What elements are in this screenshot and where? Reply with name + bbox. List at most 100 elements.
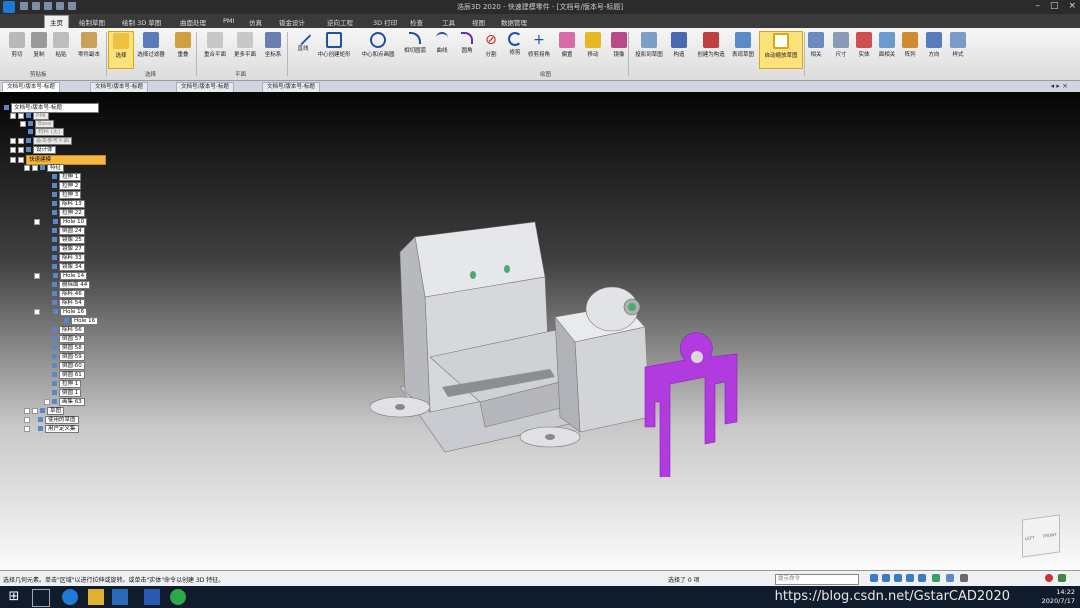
minimize-icon[interactable]: – <box>1035 1 1040 11</box>
zoom-icon[interactable] <box>870 574 878 582</box>
dimension-button[interactable]: 尺寸 <box>829 31 853 67</box>
tree-item[interactable]: 倒圆 58 <box>52 344 85 352</box>
tree-item[interactable]: 除料 33 <box>52 254 85 262</box>
tree-item[interactable]: 画集 63 <box>44 398 85 406</box>
tab-tools[interactable]: 工具 <box>437 16 460 28</box>
construct-button[interactable]: 构造 <box>666 31 692 67</box>
ribbon-separator <box>196 32 197 76</box>
tree-item[interactable]: 除料 56 <box>52 326 85 334</box>
tab-reverse[interactable]: 逆向工程 <box>322 16 358 28</box>
tree-item[interactable]: 倒圆 61 <box>52 371 85 379</box>
tree-item[interactable]: Hole 16 <box>64 317 99 325</box>
rotate-icon[interactable] <box>918 574 926 582</box>
tree-item-features[interactable]: 特征 <box>24 164 65 172</box>
task-view-icon[interactable] <box>32 589 50 607</box>
project-to-sketch-button[interactable]: 投影到草图 <box>630 31 668 67</box>
tree-item[interactable]: 拉伸 2 <box>52 182 82 190</box>
part-copy-button[interactable]: 零件副本 <box>72 31 106 67</box>
tab-inspect[interactable]: 检查 <box>405 16 428 28</box>
tree-item[interactable]: 草图 <box>24 407 65 415</box>
auto-zoom-sketch-button[interactable]: 自动缩放草图 <box>759 31 803 69</box>
tab-scroll-icon[interactable]: ◂ ▸ × <box>1051 82 1068 90</box>
select-filter-button[interactable]: 选择过滤器 <box>134 31 168 67</box>
part-icon <box>4 105 9 110</box>
coordinate-system-button[interactable]: 坐标系 <box>256 31 290 67</box>
style-button[interactable]: 样式 <box>946 31 970 67</box>
tab-sheetmetal[interactable]: 钣金设计 <box>274 16 310 28</box>
select-button[interactable]: 选择 <box>108 31 134 69</box>
fit-icon[interactable] <box>894 574 902 582</box>
tree-item[interactable]: PMI <box>10 112 49 120</box>
pan-icon[interactable] <box>906 574 914 582</box>
zoom-area-icon[interactable] <box>882 574 890 582</box>
window-title: 浩辰3D 2020 - 快速建模零件 - [文档号/版本号-标题] <box>456 3 624 11</box>
tab-surface[interactable]: 曲面处理 <box>175 16 211 28</box>
overlap-button[interactable]: 重叠 <box>166 31 200 67</box>
command-finder-input[interactable]: 提示命令 <box>775 574 859 585</box>
close-icon[interactable]: × <box>1068 1 1076 11</box>
create-as-construction-button[interactable]: 创建为构造 <box>692 31 730 67</box>
tree-item[interactable]: 倒圆 60 <box>52 362 85 370</box>
tree-item[interactable]: Hole 10 <box>34 218 88 226</box>
tree-item[interactable]: 倒圆 57 <box>52 335 85 343</box>
tree-item[interactable]: Base <box>20 120 55 128</box>
tree-item-quick-modeling[interactable]: 快速建模 <box>10 155 106 165</box>
direction-button[interactable]: 方向 <box>922 31 946 67</box>
tree-item[interactable]: 用户定义集 <box>24 425 79 433</box>
tree-item[interactable]: 删除面 44 <box>52 281 91 289</box>
gstarcad-taskbar-icon[interactable] <box>112 589 128 605</box>
menu-tabs: 主页 绘制草图 绘制 3D 草图 曲面处理 PMI 仿真 钣金设计 逆向工程 3… <box>0 14 1080 29</box>
windows-start-icon[interactable]: ⊞ <box>6 589 22 605</box>
tree-item[interactable]: 拉伸 3 <box>52 191 82 199</box>
record-icon[interactable] <box>1045 574 1053 582</box>
view-cube[interactable]: LEFT FRONT <box>1022 514 1060 558</box>
relate-button[interactable]: 相关 <box>804 31 828 67</box>
tree-item[interactable]: Hole 16 <box>34 308 88 316</box>
tree-item[interactable]: 基本参考平面 <box>10 137 73 145</box>
face-relate-button[interactable]: 面相关 <box>875 31 899 67</box>
tree-item[interactable]: 镜像 27 <box>52 245 85 253</box>
3d-model-vise[interactable] <box>370 217 770 477</box>
shade-icon[interactable] <box>932 574 940 582</box>
3d-viewport[interactable]: 文档号/版本号-标题 PMI Base 材料 (无) 基本参考平面 设计体 快速… <box>0 92 1080 570</box>
tree-item[interactable]: 倒圆 59 <box>52 353 85 361</box>
maximize-icon[interactable]: □ <box>1050 1 1059 11</box>
solid-button[interactable]: 实体 <box>852 31 876 67</box>
center-circle-button[interactable]: 中心和点画圆 <box>356 31 400 67</box>
file-explorer-icon[interactable] <box>88 589 104 605</box>
render-icon[interactable] <box>960 574 968 582</box>
tree-item[interactable]: 镜像 34 <box>52 263 85 271</box>
tree-item[interactable]: 拉伸 22 <box>52 209 85 217</box>
tree-item[interactable]: 除料 46 <box>52 290 85 298</box>
tab-sketch[interactable]: 绘制草图 <box>74 16 110 28</box>
wechat-icon[interactable] <box>170 589 186 605</box>
tree-item[interactable]: 拉伸 1 <box>52 173 82 181</box>
tree-item[interactable]: 设计体 <box>10 146 56 154</box>
tab-simulation[interactable]: 仿真 <box>244 16 267 28</box>
tree-item[interactable]: 镜像 25 <box>52 236 85 244</box>
center-rect-button[interactable]: 中心创建矩形 <box>312 31 356 67</box>
tab-3dprint[interactable]: 3D 打印 <box>368 16 402 28</box>
status-ok-icon[interactable] <box>1058 574 1066 582</box>
tab-pmi[interactable]: PMI <box>218 16 239 26</box>
tab-data[interactable]: 数据管理 <box>496 16 532 28</box>
tree-item[interactable]: 材料 (无) <box>28 128 64 136</box>
tab-view[interactable]: 视图 <box>467 16 490 28</box>
show-sketch-button[interactable]: 表现草图 <box>728 31 758 67</box>
edge-browser-icon[interactable] <box>62 589 78 605</box>
pattern-button[interactable]: 阵列 <box>898 31 922 67</box>
tree-item[interactable]: 拉伸 1 <box>52 380 82 388</box>
tree-item[interactable]: 除料 13 <box>52 200 85 208</box>
tree-item[interactable]: 使用的草图 <box>24 416 79 424</box>
view-icon[interactable] <box>946 574 954 582</box>
tree-root[interactable]: 文档号/版本号-标题 <box>4 103 99 113</box>
tree-item[interactable]: 除料 54 <box>52 299 85 307</box>
tree-item[interactable]: Hole 14 <box>34 272 88 280</box>
ribbon-separator <box>106 32 107 76</box>
tree-item[interactable]: 倒圆 24 <box>52 227 85 235</box>
tree-item[interactable]: 倒圆 1 <box>52 389 82 397</box>
tab-3d-sketch[interactable]: 绘制 3D 草图 <box>117 16 166 28</box>
coincident-plane-button[interactable]: 重合平面 <box>198 31 232 67</box>
word-icon[interactable] <box>144 589 160 605</box>
tab-home[interactable]: 主页 <box>44 15 69 29</box>
